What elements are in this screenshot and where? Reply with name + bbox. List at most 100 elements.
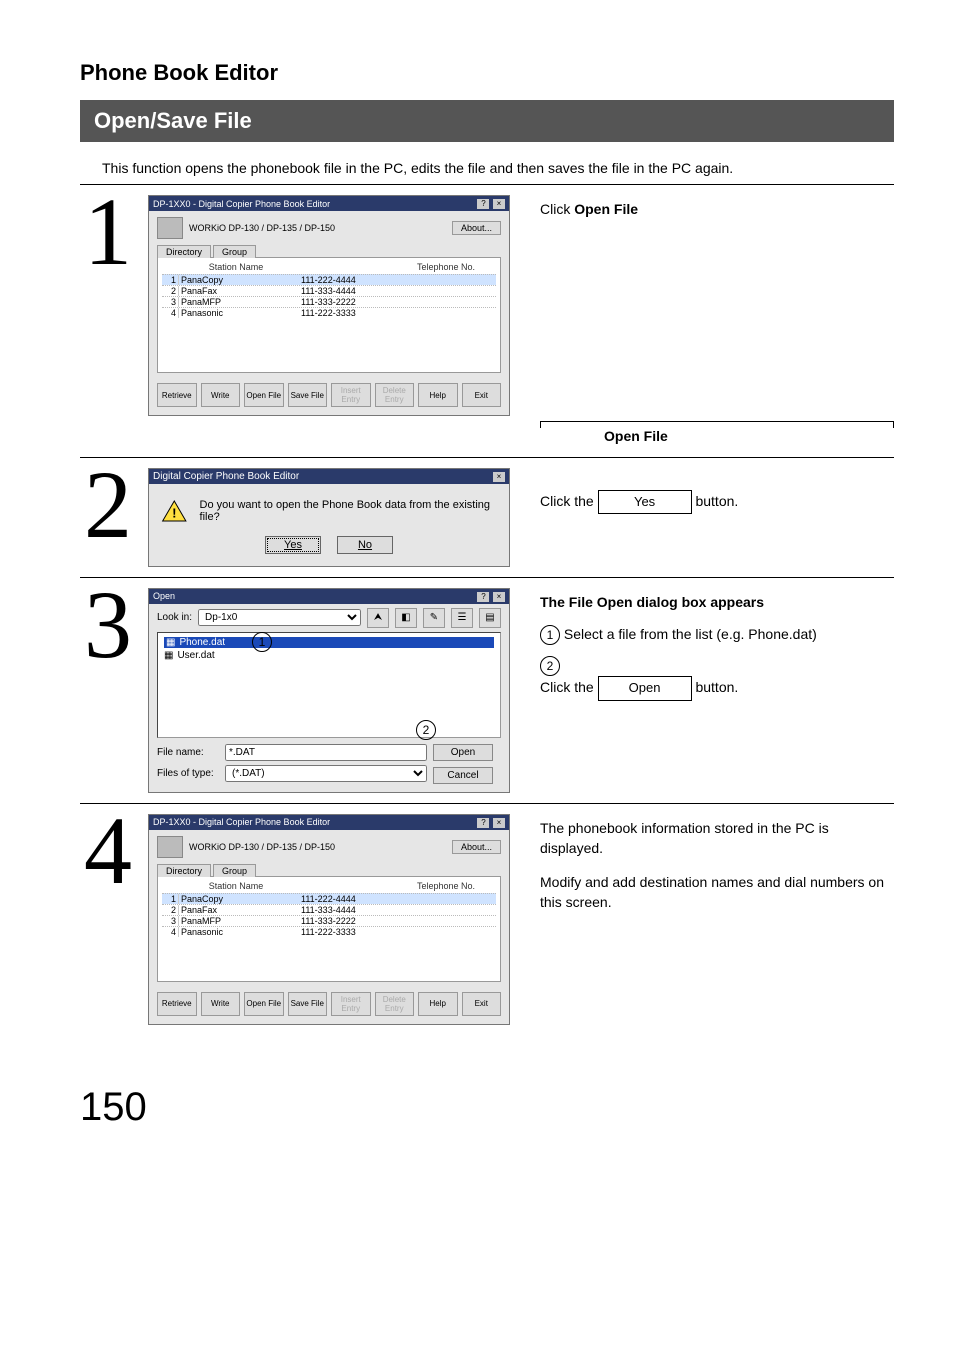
window-controls: ? × — [476, 198, 505, 209]
file-item[interactable]: ▦ User.dat — [164, 650, 494, 661]
warning-icon: ! — [161, 498, 188, 524]
insert-entry-button: Insert Entry — [331, 383, 371, 407]
insert-entry-button: Insert Entry — [331, 992, 371, 1016]
filename-label: File name: — [157, 747, 219, 758]
open-file-callout-label: Open File — [604, 426, 668, 446]
write-button[interactable]: Write — [201, 383, 241, 407]
open-button[interactable]: Open — [433, 744, 493, 761]
table-row[interactable]: 3 PanaMFP 111-333-2222 — [162, 296, 496, 307]
circle-2: 2 — [540, 656, 560, 676]
no-button[interactable]: No — [337, 536, 393, 554]
table-row[interactable]: 4 Panasonic 111-222-3333 — [162, 307, 496, 318]
tab-directory[interactable]: Directory — [157, 245, 211, 258]
tab-group[interactable]: Group — [213, 245, 256, 258]
retrieve-button[interactable]: Retrieve — [157, 992, 197, 1016]
confirm-dialog: Digital Copier Phone Book Editor × ! Do … — [148, 468, 510, 567]
file-list-pane: ▦ Phone.dat ▦ User.dat — [157, 632, 501, 738]
table-row[interactable]: 4 Panasonic 111-222-3333 — [162, 926, 496, 937]
table-row[interactable]: 3 PanaMFP 111-333-2222 — [162, 915, 496, 926]
table-row[interactable]: 2 PanaFax 111-333-4444 — [162, 285, 496, 296]
device-icon — [157, 217, 183, 239]
step4-para1: The phonebook information stored in the … — [540, 818, 894, 859]
page-number: 150 — [80, 1085, 894, 1130]
about-button[interactable]: About... — [452, 840, 501, 854]
intro-text: This function opens the phonebook file i… — [102, 160, 894, 176]
window-titlebar: DP-1XX0 - Digital Copier Phone Book Edit… — [149, 815, 509, 830]
file-item[interactable]: ▦ Phone.dat — [164, 637, 494, 648]
tab-directory[interactable]: Directory — [157, 864, 211, 877]
window-controls: ? × — [476, 591, 505, 602]
subsection-bar: Open/Save File — [80, 100, 894, 142]
step3-sub1: 1 Select a file from the list (e.g. Phon… — [540, 624, 894, 645]
callout-circle-1: 1 — [252, 632, 272, 652]
about-button[interactable]: About... — [452, 221, 501, 235]
look-in-label: Look in: — [157, 612, 192, 623]
phonebook-editor-window: DP-1XX0 - Digital Copier Phone Book Edit… — [148, 195, 510, 416]
write-button[interactable]: Write — [201, 992, 241, 1016]
yes-button[interactable]: Yes — [265, 536, 321, 554]
cancel-button[interactable]: Cancel — [433, 767, 493, 784]
save-file-button[interactable]: Save File — [288, 992, 328, 1016]
help-button[interactable]: Help — [418, 383, 458, 407]
step-number: 2 — [80, 464, 136, 546]
circle-1: 1 — [540, 625, 560, 645]
window-controls: ? × — [476, 817, 505, 828]
help-icon[interactable]: ? — [477, 818, 489, 828]
save-file-button[interactable]: Save File — [288, 383, 328, 407]
phonebook-editor-window: DP-1XX0 - Digital Copier Phone Book Edit… — [148, 814, 510, 1025]
step-number: 4 — [80, 810, 136, 892]
tab-group[interactable]: Group — [213, 864, 256, 877]
help-icon[interactable]: ? — [477, 199, 489, 209]
open-file-button[interactable]: Open File — [244, 383, 284, 407]
window-titlebar: DP-1XX0 - Digital Copier Phone Book Edit… — [149, 196, 509, 211]
file-open-dialog: Open ? × Look in: Dp-1x0 ⮝ ◧ ✎ — [148, 588, 510, 793]
divider — [80, 457, 894, 458]
divider — [80, 184, 894, 185]
step-number: 3 — [80, 584, 136, 666]
divider — [80, 803, 894, 804]
filename-input[interactable] — [225, 744, 427, 761]
phonebook-list: Station Name Telephone No. 1 PanaCopy 11… — [157, 876, 501, 982]
help-icon[interactable]: ? — [477, 592, 489, 602]
table-row[interactable]: 1 PanaCopy 111-222-4444 — [162, 893, 496, 904]
details-view-icon[interactable]: ▤ — [479, 608, 501, 628]
step-3: 3 Open ? × Look in: Dp-1x0 — [80, 588, 894, 793]
exit-button[interactable]: Exit — [462, 383, 502, 407]
section-title: Phone Book Editor — [80, 60, 894, 86]
close-icon[interactable]: × — [493, 199, 505, 209]
up-folder-icon[interactable]: ⮝ — [367, 608, 389, 628]
dialog-message: Do you want to open the Phone Book data … — [200, 499, 497, 523]
col-telephone: Telephone No. — [396, 262, 496, 272]
close-icon[interactable]: × — [493, 472, 505, 482]
open-file-button[interactable]: Open File — [244, 992, 284, 1016]
device-icon — [157, 836, 183, 858]
step2-instruction: Click the Yes button. — [540, 490, 894, 515]
delete-entry-button: Delete Entry — [375, 992, 415, 1016]
step3-heading: The File Open dialog box appears — [540, 592, 894, 612]
phonebook-list: Station Name Telephone No. 1 PanaCopy 11… — [157, 257, 501, 373]
model-label: WORKiO DP-130 / DP-135 / DP-150 — [189, 223, 335, 233]
exit-button[interactable]: Exit — [462, 992, 502, 1016]
list-view-icon[interactable]: ☰ — [451, 608, 473, 628]
help-button[interactable]: Help — [418, 992, 458, 1016]
dialog-close[interactable]: × — [492, 471, 505, 482]
step-2: 2 Digital Copier Phone Book Editor × ! D… — [80, 468, 894, 567]
yes-label-box: Yes — [598, 490, 692, 515]
table-row[interactable]: 2 PanaFax 111-333-4444 — [162, 904, 496, 915]
retrieve-button[interactable]: Retrieve — [157, 383, 197, 407]
filetype-label: Files of type: — [157, 768, 219, 779]
step-number: 1 — [80, 191, 136, 273]
table-row[interactable]: 1 PanaCopy 111-222-4444 — [162, 274, 496, 285]
dialog-title: Digital Copier Phone Book Editor — [153, 471, 299, 482]
divider — [80, 577, 894, 578]
close-icon[interactable]: × — [493, 592, 505, 602]
col-telephone: Telephone No. — [396, 881, 496, 891]
close-icon[interactable]: × — [493, 818, 505, 828]
look-in-select[interactable]: Dp-1x0 — [198, 609, 361, 626]
window-title: DP-1XX0 - Digital Copier Phone Book Edit… — [153, 817, 330, 827]
dialog-titlebar: Digital Copier Phone Book Editor × — [149, 469, 509, 484]
filetype-select[interactable]: (*.DAT) — [225, 765, 427, 782]
svg-text:!: ! — [172, 505, 176, 520]
desktop-icon[interactable]: ◧ — [395, 608, 417, 628]
new-folder-icon[interactable]: ✎ — [423, 608, 445, 628]
